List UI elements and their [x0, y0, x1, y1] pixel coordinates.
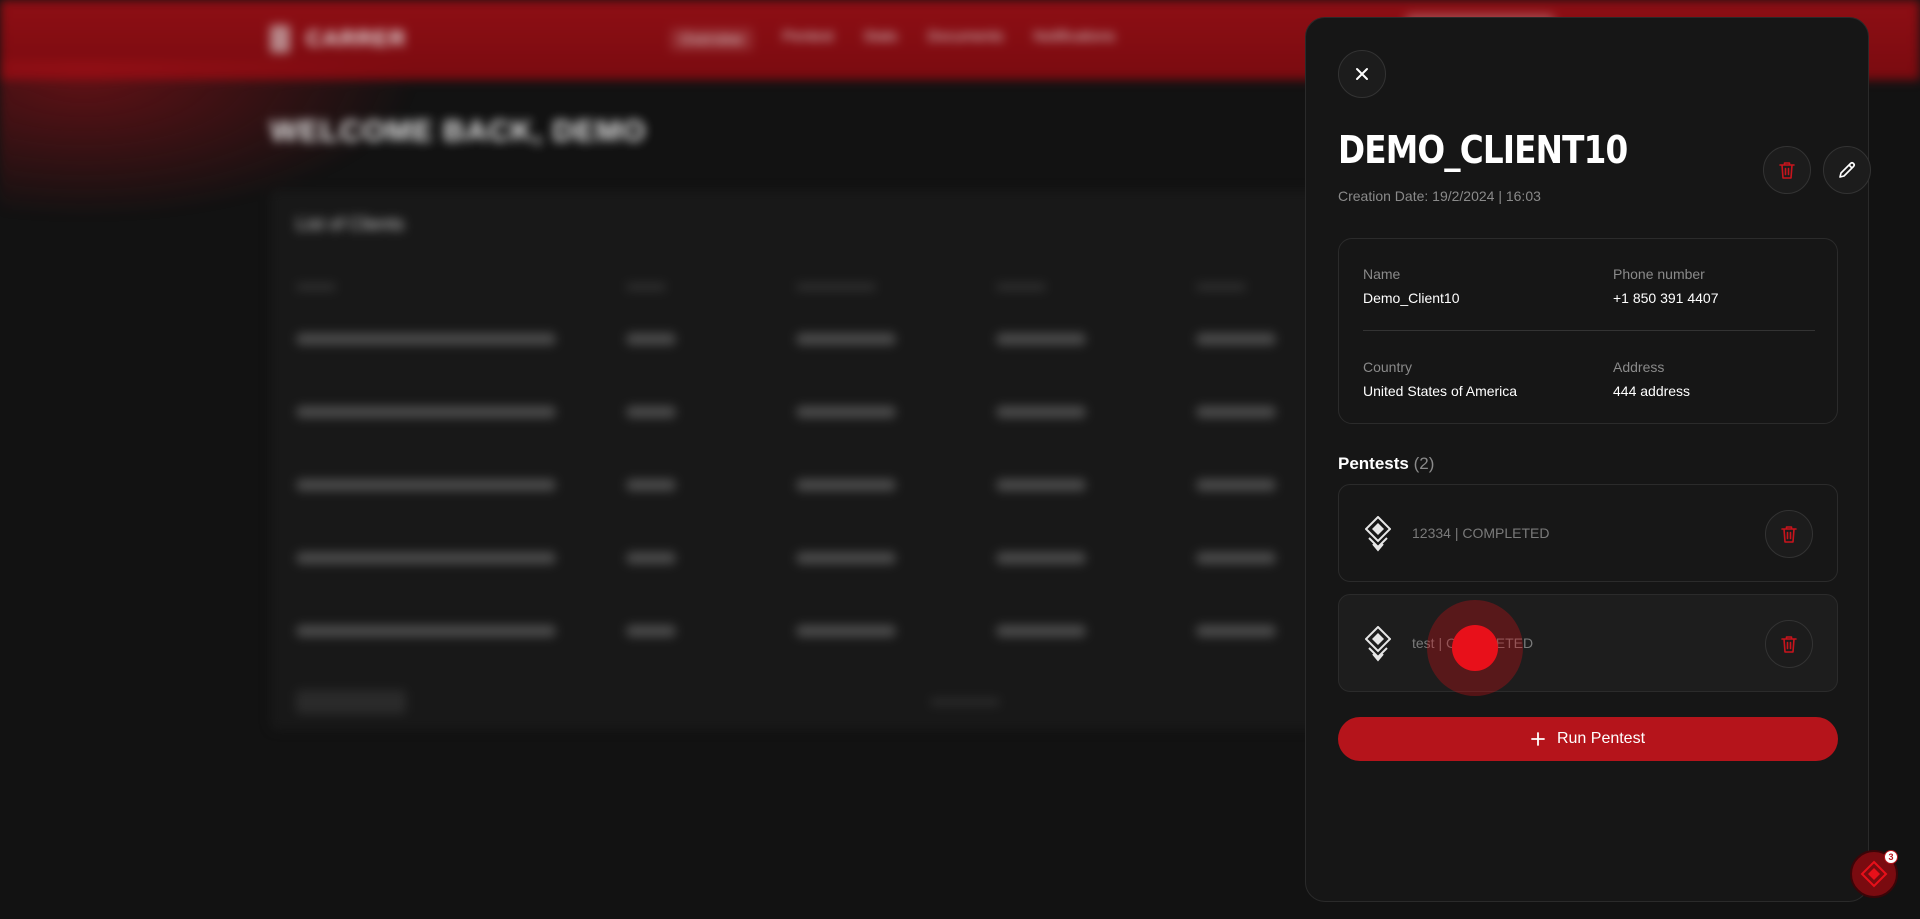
client-info-card: Name Demo_Client10 Phone number +1 850 3… — [1338, 238, 1838, 424]
address-value: 444 address — [1613, 383, 1691, 399]
country-field: Country United States of America — [1363, 359, 1517, 399]
pentests-count: (2) — [1413, 454, 1435, 473]
background-welcome-title: WELCOME BACK, DEMO — [270, 115, 647, 148]
background-clients-card: List of Clients — [270, 190, 1370, 730]
background-table-row — [296, 622, 1276, 640]
nav-item-overview: Overview — [670, 28, 753, 51]
plus-icon — [1531, 732, 1545, 746]
country-label: Country — [1363, 359, 1413, 375]
phone-value: +1 850 391 4407 — [1613, 290, 1719, 306]
background-card-title: List of Clients — [296, 214, 405, 234]
nav-item-stats: Stats — [863, 28, 898, 45]
brand-wordmark: CARRER — [306, 26, 407, 51]
assistant-logo-icon — [1860, 860, 1888, 888]
background-table-row — [296, 476, 1276, 494]
run-pentest-button[interactable]: Run Pentest — [1338, 717, 1838, 761]
client-title: DEMO_CLIENT10 — [1338, 128, 1628, 172]
brand-mark-icon — [270, 25, 290, 53]
close-panel-button[interactable] — [1338, 50, 1386, 98]
pentest-logo-icon — [1365, 516, 1391, 552]
trash-icon — [1781, 526, 1797, 543]
client-detail-panel: DEMO_CLIENT10 Creation Date: 19/2/2024 |… — [1305, 17, 1871, 902]
background-table-header — [296, 280, 1246, 298]
assistant-notification-badge: 3 — [1884, 850, 1898, 864]
assistant-fab-button[interactable]: 3 — [1850, 850, 1898, 898]
pentests-heading: Pentests (2) — [1338, 454, 1434, 474]
address-field: Address 444 address — [1613, 359, 1690, 399]
background-pagination-info — [930, 698, 1000, 706]
background-table-row — [296, 549, 1276, 567]
nav-item-documents: Documents — [927, 28, 1004, 45]
pentests-heading-label: Pentests — [1338, 454, 1409, 473]
trash-icon — [1779, 162, 1795, 179]
name-field: Name Demo_Client10 — [1363, 266, 1460, 306]
delete-pentest-button[interactable] — [1765, 510, 1813, 558]
phone-label: Phone number — [1613, 266, 1705, 282]
background-glow — [0, 60, 420, 220]
run-pentest-label: Run Pentest — [1556, 730, 1646, 747]
name-label: Name — [1363, 266, 1401, 282]
address-label: Address — [1613, 359, 1665, 375]
delete-pentest-button[interactable] — [1765, 620, 1813, 668]
background-table-row — [296, 403, 1276, 421]
pentest-label: test | COMPLETED — [1412, 635, 1534, 651]
delete-client-button[interactable] — [1763, 146, 1811, 194]
info-divider — [1363, 330, 1815, 331]
pentest-label: 12334 | COMPLETED — [1412, 525, 1550, 541]
nav-item-notifications: Notifications — [1033, 28, 1116, 45]
trash-icon — [1781, 636, 1797, 653]
pentest-logo-icon — [1365, 626, 1391, 662]
edit-client-button[interactable] — [1823, 146, 1871, 194]
creation-date: Creation Date: 19/2/2024 | 16:03 — [1338, 188, 1541, 204]
nav-item-pentest: Pentest — [782, 28, 834, 45]
background-pagination-size — [296, 690, 406, 714]
close-icon — [1356, 68, 1368, 80]
pentest-item[interactable]: 12334 | COMPLETED — [1338, 484, 1838, 582]
pentest-item[interactable]: test | COMPLETED — [1338, 594, 1838, 692]
country-value: United States of America — [1363, 383, 1518, 399]
name-value: Demo_Client10 — [1363, 290, 1460, 306]
pencil-icon — [1839, 161, 1856, 178]
background-table-row — [296, 330, 1276, 348]
background-logo: CARRER — [270, 24, 406, 54]
background-nav: Overview Pentest Stats Documents Notific… — [670, 28, 1115, 51]
phone-field: Phone number +1 850 391 4407 — [1613, 266, 1719, 306]
